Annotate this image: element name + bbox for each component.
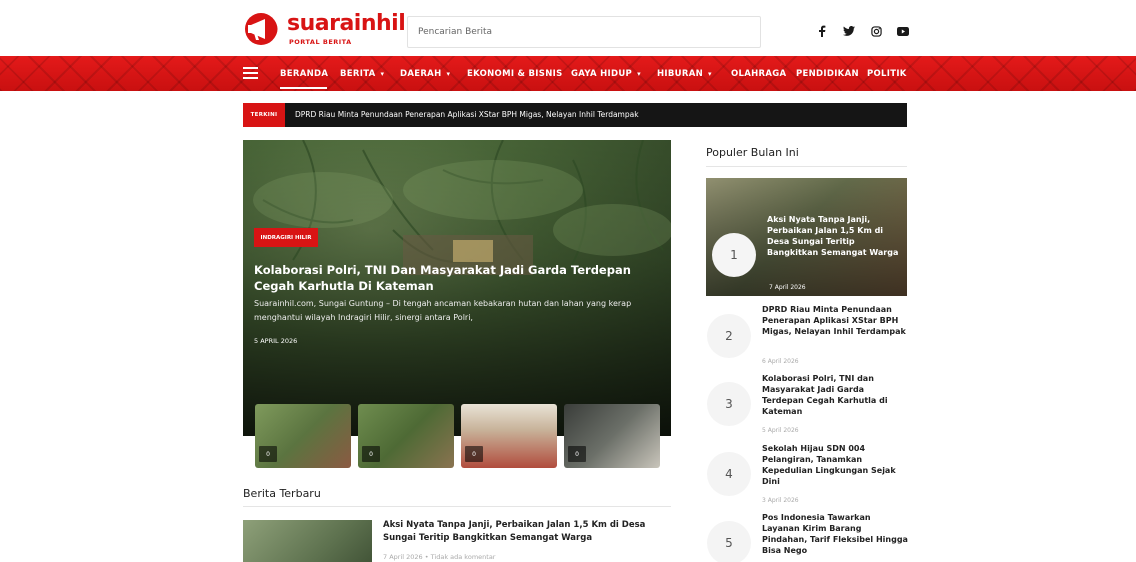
instagram-icon[interactable] xyxy=(869,24,883,38)
ticker-headline[interactable]: DPRD Riau Minta Penundaan Penerapan Apli… xyxy=(295,103,639,127)
logo-tagline: PORTAL BERITA xyxy=(289,38,352,46)
image-icon: 0 xyxy=(362,446,380,462)
chevron-down-icon: ▾ xyxy=(708,69,712,78)
popular-rank-5: 5 xyxy=(707,521,751,562)
thumbnail-2[interactable]: 0 xyxy=(358,404,454,468)
nav-item-politik[interactable]: POLITIK xyxy=(867,56,907,91)
chevron-down-icon: ▾ xyxy=(380,69,385,78)
nav-item-hiburan[interactable]: HIBURAN ▾ xyxy=(657,56,712,91)
latest-article-title[interactable]: Aksi Nyata Tanpa Janji, Perbaikan Jalan … xyxy=(383,519,663,545)
twitter-icon[interactable] xyxy=(842,24,856,38)
latest-article-image[interactable] xyxy=(243,520,372,562)
image-icon: 0 xyxy=(259,446,277,462)
thumbnail-3[interactable]: 0 xyxy=(461,404,557,468)
hero-date: 5 APRIL 2026 xyxy=(254,337,298,345)
nav-item-berita[interactable]: BERITA ▾ xyxy=(340,56,384,91)
popular-item-1-title[interactable]: Aksi Nyata Tanpa Janji, Perbaikan Jalan … xyxy=(767,214,903,258)
latest-news-heading: Berita Terbaru xyxy=(243,487,321,500)
search-input[interactable] xyxy=(407,16,761,48)
nav-item-beranda[interactable]: BERANDA xyxy=(280,56,328,91)
nav-item-ekonomi-bisnis[interactable]: EKONOMI & BISNIS xyxy=(467,56,563,91)
chevron-down-icon: ▾ xyxy=(637,69,641,78)
menu-icon[interactable] xyxy=(243,67,258,79)
popular-item-2-date: 6 April 2026 xyxy=(762,358,799,365)
site-header: suarainhil PORTAL BERITA xyxy=(0,0,1136,56)
divider xyxy=(243,506,671,507)
hero-excerpt: Suarainhil.com, Sungai Guntung – Di teng… xyxy=(254,299,632,322)
popular-item-1-date: 7 April 2026 xyxy=(769,284,806,291)
divider xyxy=(706,166,907,167)
nav-item-pendidikan[interactable]: PENDIDIKAN xyxy=(796,56,859,91)
image-icon: 0 xyxy=(465,446,483,462)
popular-item-5-title[interactable]: Pos Indonesia Tawarkan Layanan Kirim Bar… xyxy=(762,512,908,556)
youtube-icon[interactable] xyxy=(896,24,910,38)
nav-item-daerah[interactable]: DAERAH ▾ xyxy=(400,56,450,91)
thumbnail-4[interactable]: 0 xyxy=(564,404,660,468)
thumbnail-1[interactable]: 0 xyxy=(255,404,351,468)
hero-title[interactable]: Kolaborasi Polri, TNI Dan Masyarakat Jad… xyxy=(254,262,654,294)
chevron-down-icon: ▾ xyxy=(446,69,451,78)
hero-category-badge[interactable]: INDRAGIRI HILIR xyxy=(254,228,318,247)
latest-article-meta: 7 April 2026 • Tidak ada komentar xyxy=(383,553,496,561)
image-icon: 0 xyxy=(568,446,586,462)
site-logo[interactable]: suarainhil PORTAL BERITA xyxy=(243,10,406,50)
ticker-label: TERKINI xyxy=(243,103,285,127)
main-navigation: BERANDA BERITA ▾ DAERAH ▾ EKONOMI & BISNIS… xyxy=(0,56,1136,91)
popular-rank-2: 2 xyxy=(707,314,751,358)
popular-item-4-date: 3 April 2026 xyxy=(762,497,799,504)
popular-item-2-title[interactable]: DPRD Riau Minta Penundaan Penerapan Apli… xyxy=(762,304,908,337)
nav-item-olahraga[interactable]: OLAHRAGA xyxy=(731,56,786,91)
nav-item-gaya-hidup[interactable]: GAYA HIDUP ▾ xyxy=(571,56,641,91)
popular-rank-1: 1 xyxy=(712,233,756,277)
facebook-icon[interactable] xyxy=(815,24,829,38)
popular-rank-3: 3 xyxy=(707,382,751,426)
breaking-news-ticker: TERKINI DPRD Riau Minta Penundaan Penera… xyxy=(243,103,907,127)
popular-item-3-date: 5 April 2026 xyxy=(762,427,799,434)
popular-heading: Populer Bulan Ini xyxy=(706,146,799,159)
popular-rank-4: 4 xyxy=(707,452,751,496)
popular-item-3-title[interactable]: Kolaborasi Polri, TNI dan Masyarakat Jad… xyxy=(762,373,908,417)
active-nav-indicator xyxy=(280,87,327,89)
megaphone-icon xyxy=(245,13,278,45)
logo-name: suarainhil xyxy=(287,11,406,36)
popular-item-4-title[interactable]: Sekolah Hijau SDN 004 Pelangiran, Tanamk… xyxy=(762,443,908,487)
